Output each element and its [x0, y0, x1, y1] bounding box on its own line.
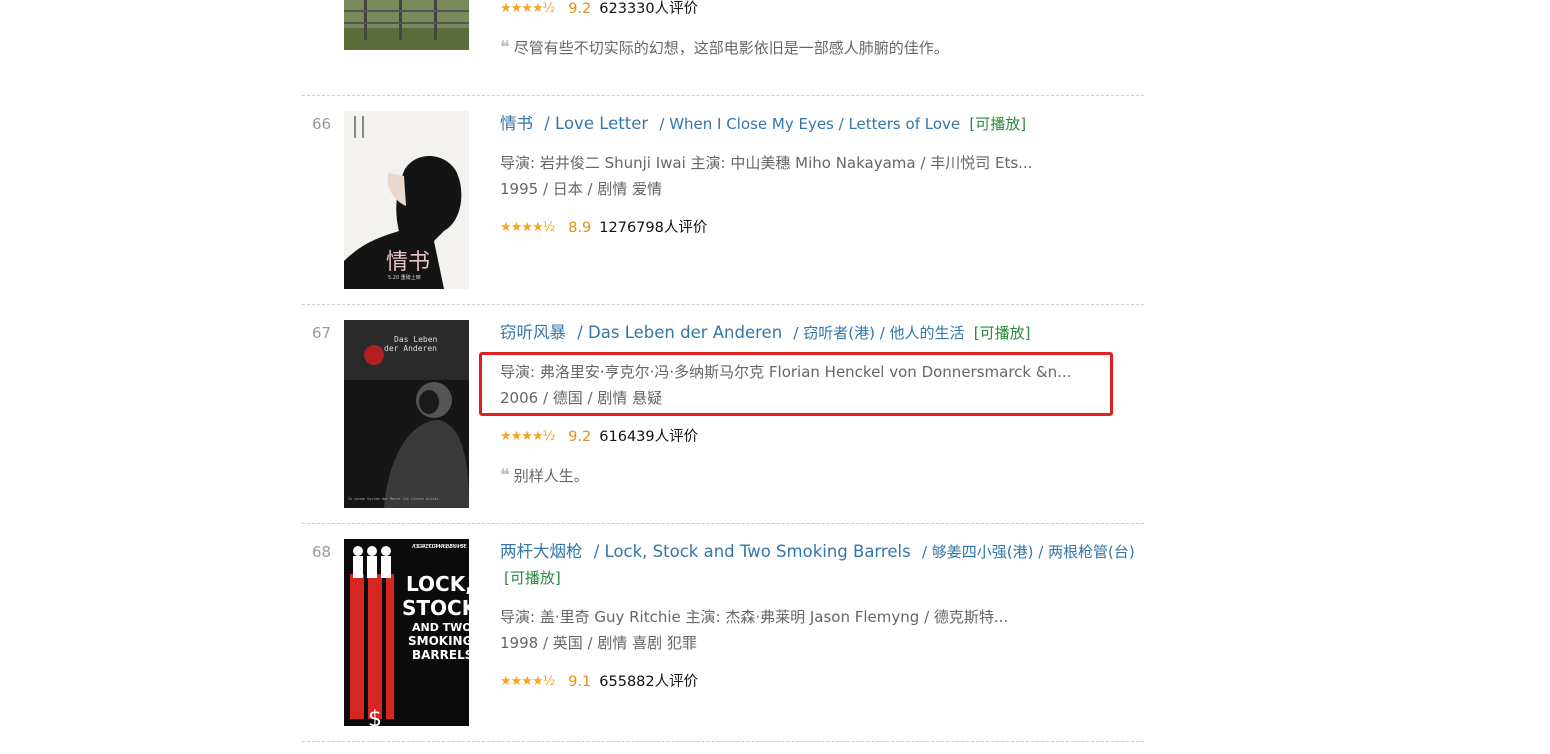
rating-votes: 623330人评价 — [599, 1, 699, 17]
movie-title-link[interactable]: 窃听风暴 / Das Leben der Anderen — [500, 323, 782, 342]
poster-title-text: 情书 — [386, 250, 430, 275]
poster-title-l2: STOCK — [402, 596, 469, 620]
poster-image: Das Leben der Anderen In einem System de… — [344, 320, 469, 508]
rating-stars-icon: ★★★★½ — [500, 674, 555, 689]
movie-meta: 1998 / 英国 / 剧情 喜剧 犯罪 — [500, 634, 697, 652]
rating-row: ★★★★½ 9.2 623330人评价 — [500, 0, 698, 19]
movie-other-titles: / When I Close My Eyes / Letters of Love — [659, 115, 961, 133]
svg-text:$: $ — [368, 707, 382, 726]
rating-row: ★★★★½ 9.2 616439人评价 — [500, 427, 698, 447]
rating-votes: 655882人评价 — [599, 674, 699, 690]
poster-date-text: 5.20 重磅上映 — [388, 274, 421, 281]
highlight-box — [479, 352, 1113, 416]
rating-score: 8.9 — [568, 220, 592, 236]
movie-title-line: 窃听风暴 / Das Leben der Anderen / 窃听者(港) / … — [500, 320, 1140, 346]
poster-title-l5: BARRELS — [412, 648, 469, 662]
movie-title-link[interactable]: 情书 / Love Letter — [500, 114, 648, 133]
playable-tag[interactable]: [可播放] — [974, 324, 1031, 342]
movie-poster[interactable]: A DISGRACE TO CRIMINALS EVERYWHERE. LOCK… — [344, 539, 469, 726]
rating-stars-icon: ★★★★½ — [500, 1, 555, 16]
rating-score: 9.2 — [568, 429, 592, 445]
rating-votes: 1276798人评价 — [599, 220, 708, 236]
movie-rank: 66 — [312, 115, 332, 133]
movie-poster[interactable]: 情书 5.20 重磅上映 — [344, 111, 469, 289]
movie-meta: 1995 / 日本 / 剧情 爱情 — [500, 180, 663, 198]
quote-icon: ❝ — [500, 37, 510, 58]
movie-poster[interactable]: Das Leben der Anderen In einem System de… — [344, 320, 469, 508]
movie-crew: 导演: 盖·里奇 Guy Ritchie 主演: 杰森·弗莱明 Jason Fl… — [500, 608, 1009, 626]
rating-stars-icon: ★★★★½ — [500, 429, 555, 444]
movie-rank: 67 — [312, 324, 332, 342]
rating-score: 9.2 — [568, 1, 592, 17]
movie-title-line: 情书 / Love Letter / When I Close My Eyes … — [500, 111, 1140, 137]
item-divider — [302, 304, 1144, 305]
item-divider — [302, 741, 1144, 742]
poster-image — [344, 0, 469, 50]
item-divider — [302, 95, 1144, 96]
poster-title-l1: LOCK, — [406, 572, 469, 596]
rating-row: ★★★★½ 9.1 655882人评价 — [500, 672, 698, 692]
movie-crew: 导演: 岩井俊二 Shunji Iwai 主演: 中山美穗 Miho Nakay… — [500, 154, 1033, 172]
poster-title-text-2: der Anderen — [384, 344, 437, 353]
movie-other-titles: / 够姜四小强(港) / 两根枪管(台) — [921, 543, 1135, 561]
poster-image: A DISGRACE TO CRIMINALS EVERYWHERE. LOCK… — [344, 539, 469, 726]
poster-tag: A DISGRACE TO CRIMINALS EVERYWHERE. — [412, 544, 467, 550]
poster-image: 情书 5.20 重磅上映 — [344, 111, 469, 289]
movie-rank: 68 — [312, 543, 332, 561]
poster-title-l3: AND TWO — [412, 621, 469, 634]
rating-votes: 616439人评价 — [599, 429, 699, 445]
rating-row: ★★★★½ 8.9 1276798人评价 — [500, 218, 707, 238]
movie-quote: ❝ 尽管有些不切实际的幻想，这部电影依旧是一部感人肺腑的佳作。 — [500, 37, 949, 58]
poster-tagline: In einem System der Macht ist nichts pri… — [348, 497, 441, 501]
playable-tag[interactable]: [可播放] — [969, 115, 1026, 133]
poster-title-text: Das Leben — [394, 335, 438, 344]
poster-title-l4: SMOKING — [408, 634, 469, 648]
quote-icon: ❝ — [500, 465, 510, 486]
movie-poster[interactable] — [344, 0, 469, 50]
movie-title-link[interactable]: 两杆大烟枪 / Lock, Stock and Two Smoking Barr… — [500, 542, 911, 561]
playable-tag[interactable]: [可播放] — [504, 569, 561, 587]
rating-score: 9.1 — [568, 674, 592, 690]
item-divider — [302, 523, 1144, 524]
movie-title-line: 两杆大烟枪 / Lock, Stock and Two Smoking Barr… — [500, 539, 1140, 591]
rating-stars-icon: ★★★★½ — [500, 220, 555, 235]
movie-other-titles: / 窃听者(港) / 他人的生活 — [793, 324, 965, 342]
movie-quote: ❝ 别样人生。 — [500, 465, 589, 486]
